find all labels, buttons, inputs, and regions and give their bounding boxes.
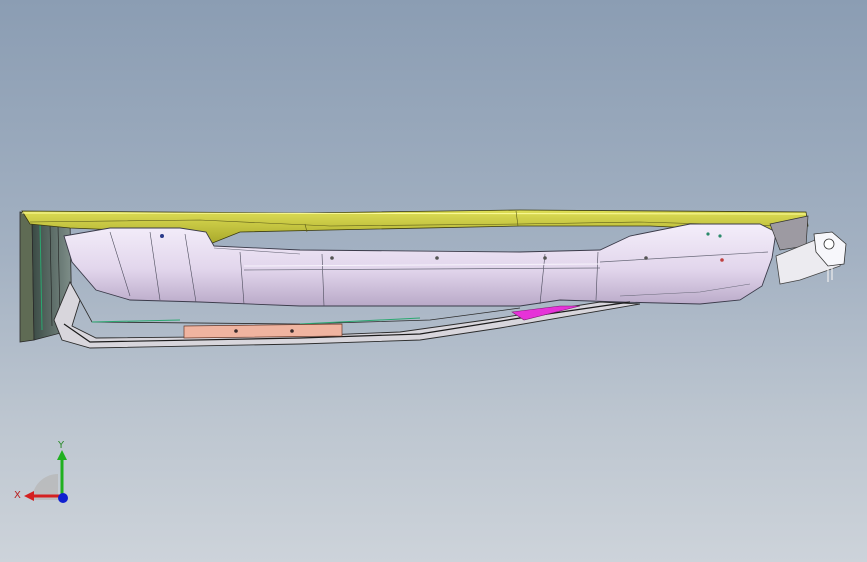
x-axis-arrow: [24, 491, 34, 501]
cad-3d-viewport[interactable]: Y X: [0, 0, 867, 562]
y-axis-label: Y: [57, 440, 65, 451]
car-body-part-model[interactable]: [0, 0, 867, 562]
axis-triad: Y X: [14, 440, 68, 503]
main-body-shell: [63, 223, 777, 307]
pink-strip: [183, 323, 343, 339]
z-axis-dot: [58, 493, 68, 503]
y-axis-arrow: [57, 450, 67, 460]
x-axis-label: X: [14, 490, 21, 501]
